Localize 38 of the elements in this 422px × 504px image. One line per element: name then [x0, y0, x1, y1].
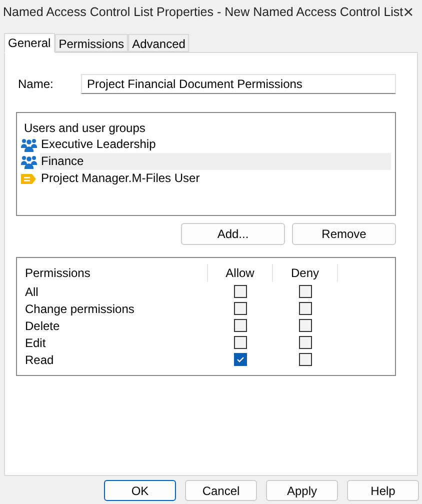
checkbox[interactable] [299, 319, 312, 332]
list-button[interactable]: Remove [292, 223, 396, 245]
checkbox[interactable] [234, 285, 247, 298]
checkbox[interactable] [234, 319, 247, 332]
permission-label: Read [24, 352, 55, 368]
permission-label: Edit [24, 334, 47, 352]
permission-label: All [24, 284, 40, 300]
name-label: Name: [17, 76, 54, 93]
checkbox[interactable] [234, 353, 247, 366]
dialog-button[interactable]: Cancel [185, 480, 257, 501]
column-header: Allow [208, 264, 273, 282]
column-header: Deny [273, 264, 338, 282]
window-title: Named Access Control List Properties - New Named Access Control List [3, 4, 404, 21]
dialog-button[interactable]: Apply [266, 480, 338, 501]
tab[interactable]: Advanced [128, 34, 190, 52]
dialog-button[interactable]: Help [347, 480, 419, 501]
people-icon [21, 154, 37, 168]
checkbox[interactable] [299, 285, 312, 298]
dialog-button[interactable]: OK [104, 480, 176, 501]
check-icon [236, 355, 245, 364]
checkbox[interactable] [234, 302, 247, 315]
column-header: Permissions [17, 264, 208, 282]
list-item[interactable]: Project Manager.M-Files User [21, 170, 391, 187]
list-button[interactable]: Add... [181, 223, 285, 245]
tab[interactable]: General [4, 33, 55, 53]
permission-label: Delete [24, 318, 61, 334]
checkbox[interactable] [299, 302, 312, 315]
checkbox[interactable] [299, 336, 312, 349]
people-icon [21, 138, 37, 152]
tab[interactable]: Permissions [54, 34, 128, 52]
checkbox[interactable] [299, 353, 312, 366]
list-item[interactable]: Executive Leadership [21, 136, 391, 153]
permission-label: Change permissions [24, 300, 136, 318]
tag-icon [21, 172, 37, 186]
list-heading: Users and user groups [23, 120, 146, 136]
close-button[interactable]: × [403, 3, 414, 21]
checkbox[interactable] [234, 336, 247, 349]
name-field[interactable]: Project Financial Document Permissions [81, 74, 396, 94]
